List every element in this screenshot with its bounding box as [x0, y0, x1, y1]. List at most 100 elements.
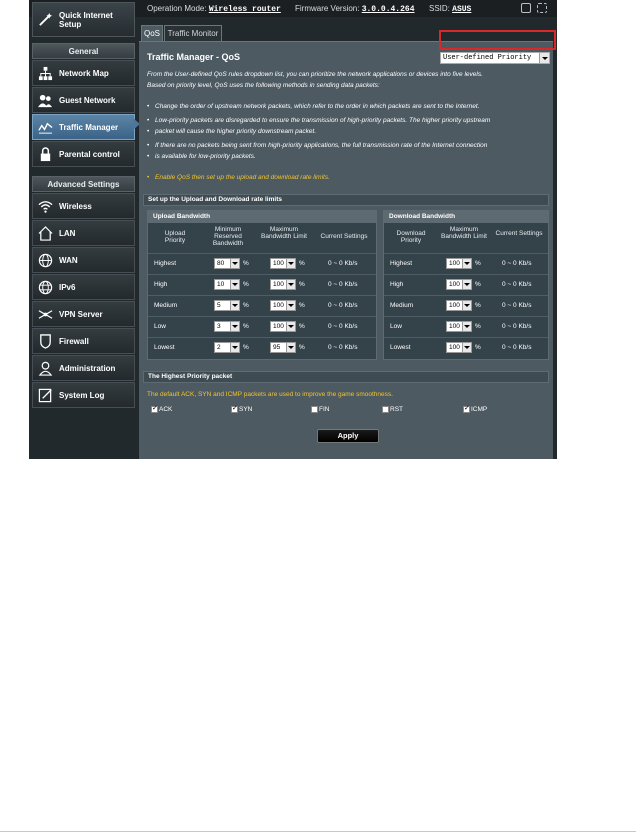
quick-setup-label: Quick Internet Setup	[59, 11, 113, 29]
ssid-link[interactable]: ASUS	[452, 5, 471, 14]
max-bandwidth-select[interactable]: 100	[446, 258, 472, 269]
chevron-down-icon	[286, 343, 295, 352]
sidebar-item-traffic-manager[interactable]: Traffic Manager	[32, 114, 135, 140]
max-bandwidth-value: 100	[273, 302, 284, 309]
chevron-down-icon	[230, 343, 239, 352]
intro-text-1: From the User-defined QoS rules dropdown…	[147, 71, 483, 78]
current-setting-value: 0 ~ 0 Kb/s	[502, 281, 532, 288]
wifi-icon	[38, 201, 53, 213]
firmware-link[interactable]: 3.0.0.4.264	[362, 5, 415, 14]
sidebar-item-firewall[interactable]: Firewall	[32, 328, 135, 354]
priority-label: High	[390, 281, 404, 288]
traffic-manager-icon	[38, 122, 53, 134]
bullet-enable-qos: Enable QoS then set up the upload and do…	[147, 173, 549, 184]
checkbox-icmp[interactable]	[463, 404, 470, 413]
percent-label: %	[243, 323, 249, 330]
max-bandwidth-select[interactable]: 100	[446, 321, 472, 332]
current-setting-value: 0 ~ 0 Kb/s	[502, 260, 532, 267]
logout-icon[interactable]	[521, 3, 531, 13]
percent-label: %	[299, 302, 305, 309]
checkbox-ack[interactable]	[151, 404, 158, 413]
intro-text-2: Based on priority level, QoS uses the fo…	[147, 82, 380, 89]
quick-internet-setup-button[interactable]: Quick Internet Setup	[32, 2, 135, 37]
current-setting-value: 0 ~ 0 Kb/s	[502, 344, 532, 351]
max-bandwidth-select[interactable]: 100	[446, 300, 472, 311]
percent-label: %	[475, 281, 481, 288]
priority-label: Medium	[154, 302, 178, 309]
log-icon	[38, 388, 52, 403]
percent-label: %	[299, 323, 305, 330]
download-current-col-header: Current Settings	[495, 230, 543, 237]
tab-qos[interactable]: QoS	[141, 25, 163, 41]
percent-label: %	[243, 260, 249, 267]
highest-priority-section-title: The Highest Priority packet	[143, 371, 549, 383]
op-mode-link[interactable]: Wireless router	[209, 5, 281, 14]
qos-mode-value: User-defined Priority	[443, 54, 532, 62]
min-bandwidth-select[interactable]: 3	[214, 321, 240, 332]
tab-traffic-monitor[interactable]: Traffic Monitor	[164, 25, 222, 41]
sidebar-item-label: Guest Network	[59, 96, 116, 105]
checkbox-fin[interactable]	[311, 406, 318, 413]
bullet-3-cont-text: is available for low-priority packets.	[155, 153, 256, 160]
max-bandwidth-select[interactable]: 100	[446, 342, 472, 353]
checkbox-label-rst: RST	[390, 406, 403, 413]
sidebar-item-vpn-server[interactable]: VPN Server	[32, 301, 135, 327]
sidebar-item-parental-control[interactable]: Parental control	[32, 141, 135, 167]
sidebar-item-system-log[interactable]: System Log	[32, 382, 135, 408]
table-row: High 10% 100% 0 ~ 0 Kb/s	[148, 274, 376, 294]
sidebar-item-network-map[interactable]: Network Map	[32, 60, 135, 86]
sidebar-item-label: Network Map	[59, 69, 109, 78]
current-setting-value: 0 ~ 0 Kb/s	[328, 323, 358, 330]
vpn-icon	[38, 310, 53, 319]
chevron-down-icon	[462, 301, 471, 310]
sidebar-item-wireless[interactable]: Wireless	[32, 193, 135, 219]
max-bandwidth-select[interactable]: 100	[270, 279, 296, 290]
checkbox-rst[interactable]	[382, 406, 389, 413]
percent-label: %	[299, 344, 305, 351]
bullet-2-cont-text: packet will cause the higher priority do…	[155, 128, 317, 135]
qos-mode-select[interactable]: User-defined Priority	[440, 52, 550, 64]
min-bandwidth-select[interactable]: 2	[214, 342, 240, 353]
sidebar-item-label: Wireless	[59, 202, 92, 211]
table-row: Highest 80% 100% 0 ~ 0 Kb/s	[148, 253, 376, 273]
bullet-3-cont: is available for low-priority packets.	[147, 152, 549, 163]
max-bandwidth-select[interactable]: 100	[446, 279, 472, 290]
percent-label: %	[475, 302, 481, 309]
current-setting-value: 0 ~ 0 Kb/s	[502, 302, 532, 309]
sidebar-item-guest-network[interactable]: Guest Network	[32, 87, 135, 113]
table-row: Highest 100% 0 ~ 0 Kb/s	[384, 253, 548, 273]
min-bandwidth-select[interactable]: 80	[214, 258, 240, 269]
apply-button[interactable]: Apply	[317, 429, 379, 443]
max-bandwidth-value: 100	[449, 344, 460, 351]
table-row: Low 3% 100% 0 ~ 0 Kb/s	[148, 316, 376, 336]
copy-icon[interactable]	[537, 3, 547, 13]
max-bandwidth-value: 100	[449, 302, 460, 309]
sidebar-item-lan[interactable]: LAN	[32, 220, 135, 246]
op-mode-label: Operation Mode: Wireless router	[147, 4, 281, 14]
table-row: Lowest 2% 95% 0 ~ 0 Kb/s	[148, 337, 376, 357]
max-bandwidth-select[interactable]: 100	[270, 321, 296, 332]
chevron-down-icon	[286, 280, 295, 289]
current-setting-value: 0 ~ 0 Kb/s	[328, 260, 358, 267]
max-bandwidth-select[interactable]: 100	[270, 258, 296, 269]
max-bandwidth-value: 100	[449, 323, 460, 330]
percent-label: %	[243, 344, 249, 351]
chevron-down-icon	[462, 343, 471, 352]
current-setting-value: 0 ~ 0 Kb/s	[328, 281, 358, 288]
max-bandwidth-select[interactable]: 100	[270, 300, 296, 311]
min-bandwidth-select[interactable]: 5	[214, 300, 240, 311]
min-bandwidth-select[interactable]: 10	[214, 279, 240, 290]
max-bandwidth-select[interactable]: 95	[270, 342, 296, 353]
highest-priority-desc: The default ACK, SYN and ICMP packets ar…	[147, 391, 393, 398]
priority-label: High	[154, 281, 168, 288]
bullet-2: Low-priority packets are disregarded to …	[147, 116, 549, 127]
sidebar-item-ipv6[interactable]: IPv6	[32, 274, 135, 300]
max-bandwidth-value: 100	[273, 260, 284, 267]
sidebar-item-label: Administration	[59, 364, 116, 373]
sidebar-item-administration[interactable]: Administration	[32, 355, 135, 381]
globe-icon	[38, 253, 53, 268]
checkbox-syn[interactable]	[231, 404, 238, 413]
sidebar-item-wan[interactable]: WAN	[32, 247, 135, 273]
checkbox-label-ack: ACK	[159, 406, 173, 413]
percent-label: %	[299, 281, 305, 288]
